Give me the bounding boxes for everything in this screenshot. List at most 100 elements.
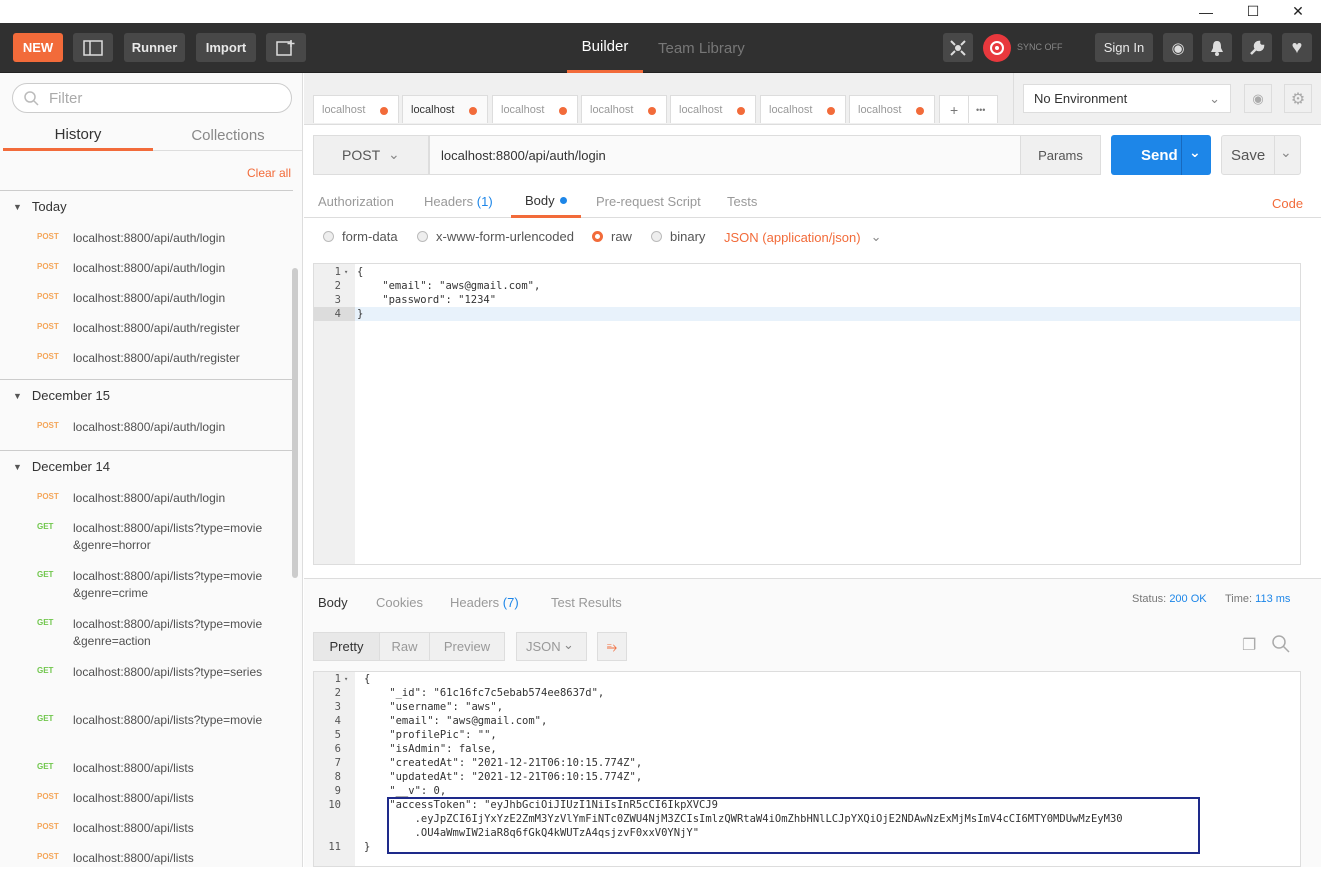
radio-urlencoded[interactable]: x-www-form-urlencoded xyxy=(417,229,574,244)
sidebar-scrollbar[interactable] xyxy=(292,268,298,578)
code-link[interactable]: Code xyxy=(1272,187,1303,220)
import-button[interactable]: Import xyxy=(196,33,256,62)
runner-button[interactable]: Runner xyxy=(124,33,185,62)
history-item[interactable]: GET localhost:8800/api/lists?type=movie&g… xyxy=(0,560,293,608)
maximize-button[interactable]: ☐ xyxy=(1230,0,1276,23)
url-input[interactable]: localhost:8800/api/auth/login xyxy=(429,135,1021,175)
code-line: 9 "__v": 0, xyxy=(334,785,447,797)
history-group-header[interactable]: ▼ December 15 xyxy=(0,379,293,411)
tab-collections[interactable]: Collections xyxy=(153,121,303,151)
response-tab-cookies[interactable]: Cookies xyxy=(376,589,423,615)
more-tabs-button[interactable]: ••• xyxy=(968,95,998,123)
new-button[interactable]: NEW xyxy=(13,33,63,62)
tab-builder[interactable]: Builder xyxy=(567,23,643,73)
history-item[interactable]: POST localhost:8800/api/auth/register xyxy=(0,342,293,379)
time-label: Time: 113 ms xyxy=(1225,593,1291,605)
search-response-button[interactable] xyxy=(1272,635,1290,656)
request-tab[interactable]: localhost xyxy=(492,95,578,123)
history-item[interactable]: POST localhost:8800/api/lists xyxy=(0,812,293,842)
radio-binary[interactable]: binary xyxy=(651,229,705,244)
runtime-button[interactable]: ◉ xyxy=(1163,33,1193,62)
body-options: form-data x-www-form-urlencoded raw bina… xyxy=(304,225,1321,251)
format-raw-button[interactable]: Raw xyxy=(379,632,430,661)
history-item[interactable]: GET localhost:8800/api/lists?type=movie xyxy=(0,704,293,752)
history-item[interactable]: GET localhost:8800/api/lists?type=series xyxy=(0,656,293,704)
save-options-chevron-icon[interactable]: ⌄ xyxy=(1280,144,1292,161)
format-pretty-button[interactable]: Pretty xyxy=(313,632,380,661)
caret-down-icon: ▼ xyxy=(13,201,22,212)
environment-quick-look-button[interactable]: ◉ xyxy=(1244,84,1272,113)
sign-in-button[interactable]: Sign In xyxy=(1095,33,1153,62)
sync-status-icon[interactable] xyxy=(983,34,1011,62)
history-item[interactable]: POST localhost:8800/api/auth/login xyxy=(0,411,293,450)
save-button[interactable]: Save ⌄ xyxy=(1221,135,1301,175)
history-item[interactable]: GET localhost:8800/api/lists?type=movie&g… xyxy=(0,608,293,656)
tab-body[interactable]: Body xyxy=(511,185,581,218)
interceptor-button[interactable] xyxy=(943,33,973,62)
history-group-header[interactable]: ▼ Today xyxy=(0,190,293,222)
history-item[interactable]: POST localhost:8800/api/auth/register xyxy=(0,312,293,342)
clear-all-link[interactable]: Clear all xyxy=(247,166,291,180)
tab-history[interactable]: History xyxy=(3,121,153,151)
gear-icon: ⚙ xyxy=(1290,90,1306,108)
format-preview-button[interactable]: Preview xyxy=(429,632,505,661)
chevron-down-icon: ⌄ xyxy=(388,146,400,162)
request-tab[interactable]: localhost xyxy=(313,95,399,123)
response-tab-headers[interactable]: Headers (7) xyxy=(450,589,519,615)
status-value: 200 OK xyxy=(1169,593,1207,605)
add-tab-button[interactable]: + xyxy=(939,95,969,123)
unsaved-dot-icon xyxy=(380,107,388,115)
tab-tests[interactable]: Tests xyxy=(727,185,757,218)
history-item[interactable]: POST localhost:8800/api/lists xyxy=(0,842,293,872)
environment-select[interactable]: No Environment ⌄ xyxy=(1023,84,1231,113)
params-button[interactable]: Params xyxy=(1020,135,1101,175)
response-tab-test-results[interactable]: Test Results xyxy=(551,589,622,615)
request-tab[interactable]: localhost xyxy=(581,95,667,123)
radio-form-data[interactable]: form-data xyxy=(323,229,398,244)
request-tab[interactable]: localhost xyxy=(849,95,935,123)
request-tab-active[interactable]: localhost xyxy=(402,95,488,123)
history-item[interactable]: GET localhost:8800/api/lists xyxy=(0,752,293,782)
chevron-down-icon: ⌄ xyxy=(870,229,882,244)
history-item[interactable]: POST localhost:8800/api/auth/login xyxy=(0,222,293,252)
history-item[interactable]: POST localhost:8800/api/lists xyxy=(0,782,293,812)
filter-input[interactable]: Filter xyxy=(12,83,292,113)
history-item[interactable]: POST localhost:8800/api/auth/login xyxy=(0,252,293,282)
manage-environments-button[interactable]: ⚙ xyxy=(1284,84,1312,113)
copy-icon[interactable]: ❐ xyxy=(1242,635,1256,655)
tab-authorization[interactable]: Authorization xyxy=(318,185,394,218)
tab-prerequest-script[interactable]: Pre-request Script xyxy=(596,185,701,218)
close-window-button[interactable]: ✕ xyxy=(1275,0,1321,23)
minimize-button[interactable]: — xyxy=(1183,0,1229,23)
settings-button[interactable] xyxy=(1242,33,1272,62)
radio-raw[interactable]: raw xyxy=(592,229,632,244)
history-item[interactable]: POST localhost:8800/api/auth/login xyxy=(0,482,293,512)
content-type-select[interactable]: JSON (application/json) ⌄ xyxy=(724,229,881,245)
tab-headers[interactable]: Headers (1) xyxy=(424,185,493,218)
history-group-header[interactable]: ▼ December 14 xyxy=(0,450,293,482)
response-type-select[interactable]: JSON ⌄ xyxy=(516,632,587,661)
code-line: 8 "updatedAt": "2021-12-21T06:10:15.774Z… xyxy=(334,771,643,783)
code-line: 2 "_id": "61c16fc7c5ebab574ee8637d", xyxy=(334,687,605,699)
response-tab-body[interactable]: Body xyxy=(318,589,348,615)
request-tab[interactable]: localhost xyxy=(760,95,846,123)
search-icon xyxy=(24,91,39,106)
request-tab[interactable]: localhost xyxy=(670,95,756,123)
unsaved-dot-icon xyxy=(648,107,656,115)
window-titlebar: — ☐ ✕ xyxy=(0,0,1321,23)
new-window-button[interactable] xyxy=(266,33,306,62)
history-item[interactable]: POST localhost:8800/api/auth/login xyxy=(0,282,293,312)
method-select[interactable]: POST ⌄ xyxy=(313,135,429,175)
notifications-button[interactable] xyxy=(1202,33,1232,62)
send-button[interactable]: Send ⌄ xyxy=(1111,135,1211,175)
toggle-sidebar-button[interactable] xyxy=(73,33,113,62)
heart-icon: ♥ xyxy=(1291,37,1303,57)
code-line-active: 4} xyxy=(314,307,1300,321)
unsaved-dot-icon xyxy=(469,107,477,115)
request-body-editor[interactable]: 1 ▾{ 2 "email": "aws@gmail.com", 3 "passw… xyxy=(313,263,1301,565)
send-options-chevron-icon[interactable]: ⌄ xyxy=(1189,144,1201,161)
wrap-lines-button[interactable]: ⥱ xyxy=(597,632,627,661)
favorites-button[interactable]: ♥ xyxy=(1282,33,1312,62)
tab-team-library[interactable]: Team Library xyxy=(658,23,745,73)
history-item[interactable]: GET localhost:8800/api/lists?type=movie&g… xyxy=(0,512,293,560)
